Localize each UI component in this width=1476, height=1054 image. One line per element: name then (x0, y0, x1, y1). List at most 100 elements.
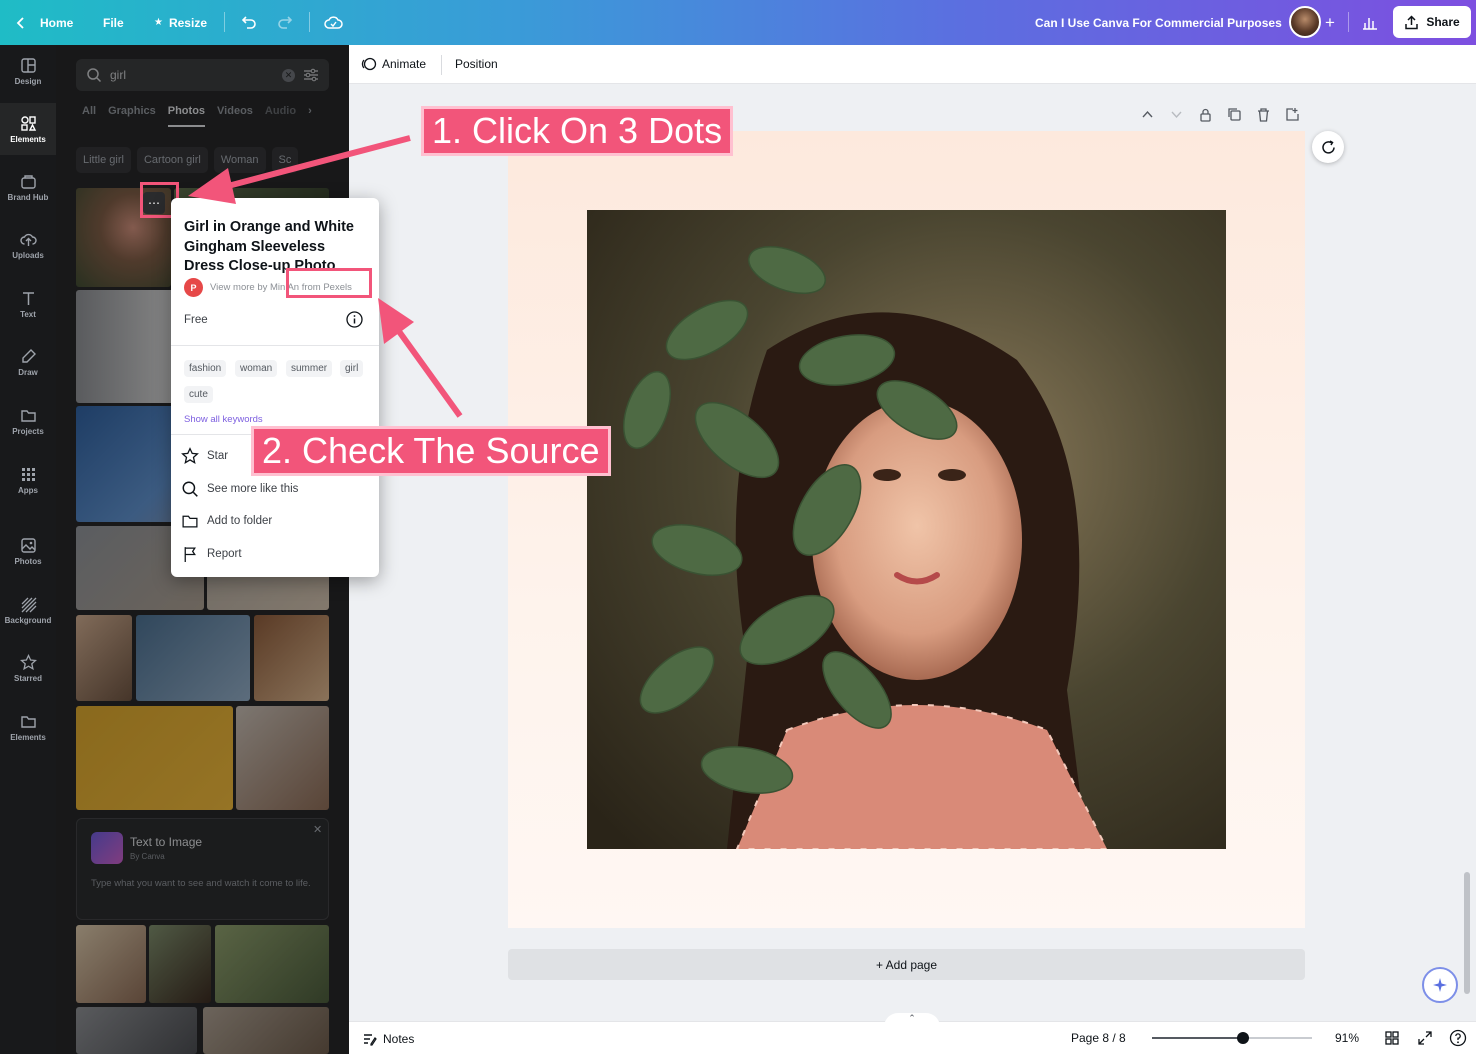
document-title[interactable]: Can I Use Canva For Commercial Purposes (1035, 0, 1282, 45)
photo-thumbnail[interactable] (136, 615, 250, 701)
keyword-chip[interactable]: fashion (184, 360, 227, 377)
search-input[interactable] (110, 68, 270, 82)
rail-item-photos[interactable]: Photos (0, 525, 56, 577)
show-all-keywords-link[interactable]: Show all keywords (184, 414, 263, 425)
tab-videos[interactable]: Videos (217, 105, 253, 127)
keyword-chip[interactable]: cute (184, 386, 213, 403)
menu-item-see-more[interactable]: See more like this (181, 480, 298, 498)
photo-thumbnail[interactable] (254, 615, 329, 701)
rail-item-starred[interactable]: Starred (0, 642, 56, 694)
menu-item-report[interactable]: Report (181, 545, 242, 563)
chip-little-girl[interactable]: Little girl (76, 147, 131, 173)
clear-icon[interactable]: ✕ (282, 68, 295, 82)
rail-item-projects[interactable]: Projects (0, 395, 56, 447)
rail-item-design[interactable]: Design (0, 45, 56, 97)
text-to-image-card[interactable]: Text to Image By Canva ✕ Type what you w… (76, 818, 329, 920)
notes-button[interactable]: Notes (362, 1031, 414, 1046)
trash-icon[interactable] (1256, 107, 1273, 124)
photo-thumbnail[interactable] (149, 925, 211, 1003)
share-label: Share (1426, 15, 1460, 29)
cloud-save-button[interactable] (324, 0, 343, 45)
callout-step-2-text: 2. Check The Source (262, 430, 600, 471)
home-button[interactable]: Home (14, 0, 73, 45)
regenerate-button[interactable] (1312, 131, 1344, 163)
invite-plus-button[interactable]: + (1325, 0, 1335, 45)
keyword-chip[interactable]: girl (340, 360, 364, 377)
info-icon[interactable] (346, 311, 363, 328)
move-up-icon[interactable] (1140, 107, 1157, 124)
rail-item-elements-folder[interactable]: Elements (0, 701, 56, 753)
avatar[interactable] (1289, 6, 1321, 38)
refresh-icon (1321, 139, 1335, 154)
add-page-button[interactable]: + Add page (508, 949, 1305, 980)
keyword-chip[interactable]: woman (235, 360, 278, 377)
chip-cartoon-girl[interactable]: Cartoon girl (136, 147, 208, 173)
canvas-photo[interactable] (587, 210, 1226, 849)
tab-photos[interactable]: Photos (167, 105, 206, 127)
animate-label: Animate (382, 57, 427, 71)
callout-step-2: 2. Check The Source (251, 426, 611, 476)
add-page-icon[interactable] (1285, 107, 1302, 124)
rail-item-apps[interactable]: Apps (0, 454, 56, 506)
zoom-slider-handle[interactable] (1237, 1032, 1249, 1044)
menu-item-add-to-folder[interactable]: Add to folder (181, 512, 272, 530)
insights-button[interactable] (1362, 0, 1378, 45)
rail-item-uploads[interactable]: Uploads (0, 219, 56, 271)
grid-view-icon[interactable] (1384, 1030, 1400, 1046)
move-down-icon[interactable] (1169, 107, 1186, 124)
editor-toolbar: Animate Position (349, 45, 1476, 84)
zoom-slider[interactable] (1152, 1032, 1312, 1044)
source-highlight (286, 268, 372, 298)
redo-button[interactable] (277, 0, 294, 45)
rail-item-brand-hub[interactable]: Brand Hub (0, 161, 56, 213)
zoom-level[interactable]: 91% (1335, 1031, 1359, 1045)
tab-all[interactable]: All (82, 105, 96, 127)
filter-sliders-icon[interactable] (303, 67, 319, 83)
position-button[interactable]: Position (455, 57, 498, 71)
notes-label: Notes (383, 1031, 415, 1046)
rail-label: Elements (10, 732, 46, 742)
rail-item-elements[interactable]: Elements (0, 103, 56, 155)
photo-thumbnail[interactable] (76, 615, 132, 701)
animate-button[interactable]: Animate (361, 56, 426, 72)
duplicate-icon[interactable] (1227, 107, 1244, 124)
collapse-handle[interactable]: ⌃ (884, 1013, 940, 1027)
photo-thumbnail[interactable] (203, 1007, 329, 1054)
portrait-image (587, 210, 1226, 849)
search-bar[interactable]: ✕ (76, 59, 329, 91)
file-menu-button[interactable]: File (103, 0, 124, 45)
rail-item-draw[interactable]: Draw (0, 336, 56, 388)
rail-label: Draw (18, 367, 38, 377)
undo-button[interactable] (240, 0, 257, 45)
tti-close-icon[interactable]: ✕ (313, 823, 322, 836)
top-bar: Home File ★ Resize Can I Use Canva For C… (0, 0, 1476, 45)
chevron-right-icon[interactable]: › (308, 105, 312, 127)
photo-thumbnail[interactable] (236, 706, 329, 810)
keyword-chip[interactable]: summer (286, 360, 333, 377)
brand-icon (20, 174, 36, 189)
photo-thumbnail[interactable] (76, 706, 233, 810)
menu-item-star[interactable]: Star (181, 447, 228, 465)
callout-step-1: 1. Click On 3 Dots (421, 106, 734, 156)
tab-audio[interactable]: Audio (265, 105, 296, 127)
rail-item-background[interactable]: Background (0, 584, 56, 636)
tab-graphics[interactable]: Graphics (108, 105, 156, 127)
chevron-left-icon (16, 16, 24, 29)
rail-item-text[interactable]: Text (0, 278, 56, 330)
photo-thumbnail[interactable] (76, 925, 146, 1003)
help-icon[interactable] (1449, 1029, 1467, 1047)
photo-thumbnail[interactable] (76, 1007, 197, 1054)
resize-button[interactable]: ★ Resize (154, 0, 207, 45)
chip-woman[interactable]: Woman (213, 147, 266, 173)
canvas-scrollbar[interactable] (1464, 872, 1470, 994)
share-button[interactable]: Share (1393, 6, 1471, 38)
fullscreen-icon[interactable] (1417, 1030, 1433, 1046)
page-indicator[interactable]: Page 8 / 8 (1071, 1031, 1126, 1045)
lock-icon[interactable] (1198, 107, 1215, 124)
rail-label: Brand Hub (7, 192, 49, 202)
menu-item-label: Add to folder (207, 515, 273, 527)
animate-icon (361, 57, 377, 71)
magic-assistant-button[interactable] (1422, 967, 1458, 1003)
chip-more[interactable]: Sc (271, 147, 299, 173)
photo-thumbnail[interactable] (215, 925, 329, 1003)
